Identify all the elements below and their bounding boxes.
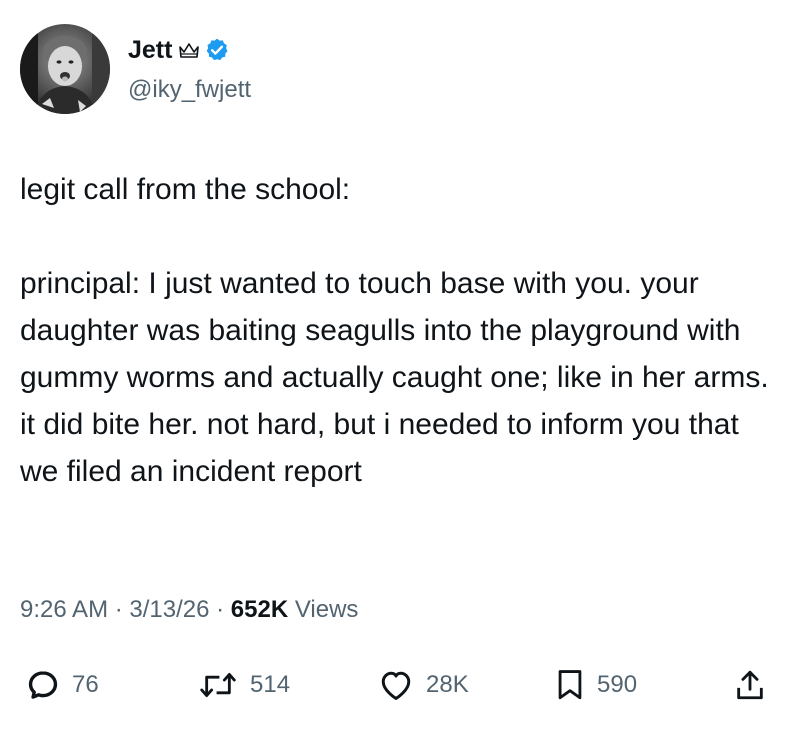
meta-separator: · [209,596,231,623]
retweet-count: 514 [250,671,291,698]
retweet-icon [200,672,236,698]
reply-count: 76 [72,671,99,698]
reply-icon [28,671,58,699]
tweet-paragraph: principal: I just wanted to touch base w… [20,267,777,488]
meta-separator: · [108,596,130,623]
tweet-paragraph: legit call from the school: [20,173,351,206]
tweet-text: legit call from the school: principal: I… [20,166,780,495]
author-name-row: Jett [128,34,230,66]
crown-icon [178,41,200,59]
author-handle[interactable]: @iky_fwjett [128,76,251,104]
views-label: Views [288,596,359,623]
retweet-button[interactable]: 514 [198,660,290,710]
author-display-name[interactable]: Jett [128,36,172,65]
share-icon [737,670,763,700]
tweet-time[interactable]: 9:26 AM [20,596,108,624]
bookmark-count: 590 [597,671,638,698]
action-bar: 76 514 28K 590 [0,660,800,710]
like-button[interactable]: 28K [378,660,469,710]
tweet: Jett @iky_fwjett legit call from the sch… [0,0,800,734]
verified-icon[interactable] [204,37,230,63]
bookmark-button[interactable]: 590 [555,660,637,710]
share-button[interactable] [734,660,766,710]
avatar[interactable] [20,24,110,114]
views-count: 652K [230,596,289,623]
like-count: 28K [426,671,469,698]
avatar-image [20,24,110,114]
tweet-date[interactable]: 3/13/26 [129,596,209,624]
heart-icon [381,671,411,700]
bookmark-icon [558,670,582,700]
tweet-meta: 9:26 AM · 3/13/26 · 652K Views [20,596,358,624]
reply-button[interactable]: 76 [26,660,99,710]
